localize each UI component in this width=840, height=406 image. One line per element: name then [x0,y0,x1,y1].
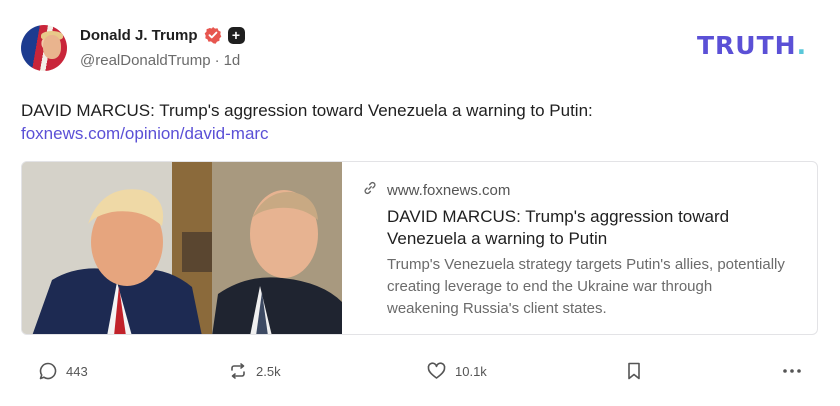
post-link[interactable]: foxnews.com/opinion/david-marc [21,123,269,145]
retruth-button[interactable]: 2.5k [228,357,281,385]
plus-badge-icon: + [227,26,245,44]
avatar-face [43,35,61,59]
comment-icon [38,361,58,381]
heart-icon [426,361,447,381]
author-name-row: Donald J. Trump + [80,25,245,45]
link-icon [362,180,378,200]
author-avatar[interactable] [21,25,67,71]
bookmark-icon [624,361,644,381]
bookmark-button[interactable] [624,357,644,385]
more-button[interactable] [781,357,803,385]
link-preview-description: Trump's Venezuela strategy targets Putin… [387,256,785,317]
author-name[interactable]: Donald J. Trump [80,27,198,44]
link-preview-title: DAVID MARCUS: Trump's aggression toward … [387,207,730,248]
link-preview-domain: www.foxnews.com [387,181,511,199]
like-count: 10.1k [455,363,487,379]
link-preview-body: www.foxnews.com DAVID MARCUS: Trump's ag… [362,162,802,334]
repost-icon [228,361,248,381]
brand-dot: . [796,31,808,60]
reply-count: 443 [66,363,88,379]
post-actions: 443 2.5k 10.1k [0,357,840,385]
author-meta: @realDonaldTrump · 1d [80,52,240,69]
author-handle[interactable]: @realDonaldTrump [80,52,211,69]
post-age[interactable]: 1d [224,52,241,69]
truth-logo[interactable]: TRUTH. [697,31,807,60]
post-text: DAVID MARCUS: Trump's aggression toward … [21,101,593,120]
brand-name: TRUTH [697,31,797,60]
more-icon [781,361,803,381]
verified-badge-icon [204,26,222,44]
retruth-count: 2.5k [256,363,281,379]
reply-button[interactable]: 443 [38,357,88,385]
meta-separator: · [214,52,220,69]
link-preview-image [22,162,342,334]
like-button[interactable]: 10.1k [426,357,487,385]
link-preview-domain-row: www.foxnews.com [362,180,510,200]
link-preview-card[interactable]: www.foxnews.com DAVID MARCUS: Trump's ag… [21,161,818,335]
